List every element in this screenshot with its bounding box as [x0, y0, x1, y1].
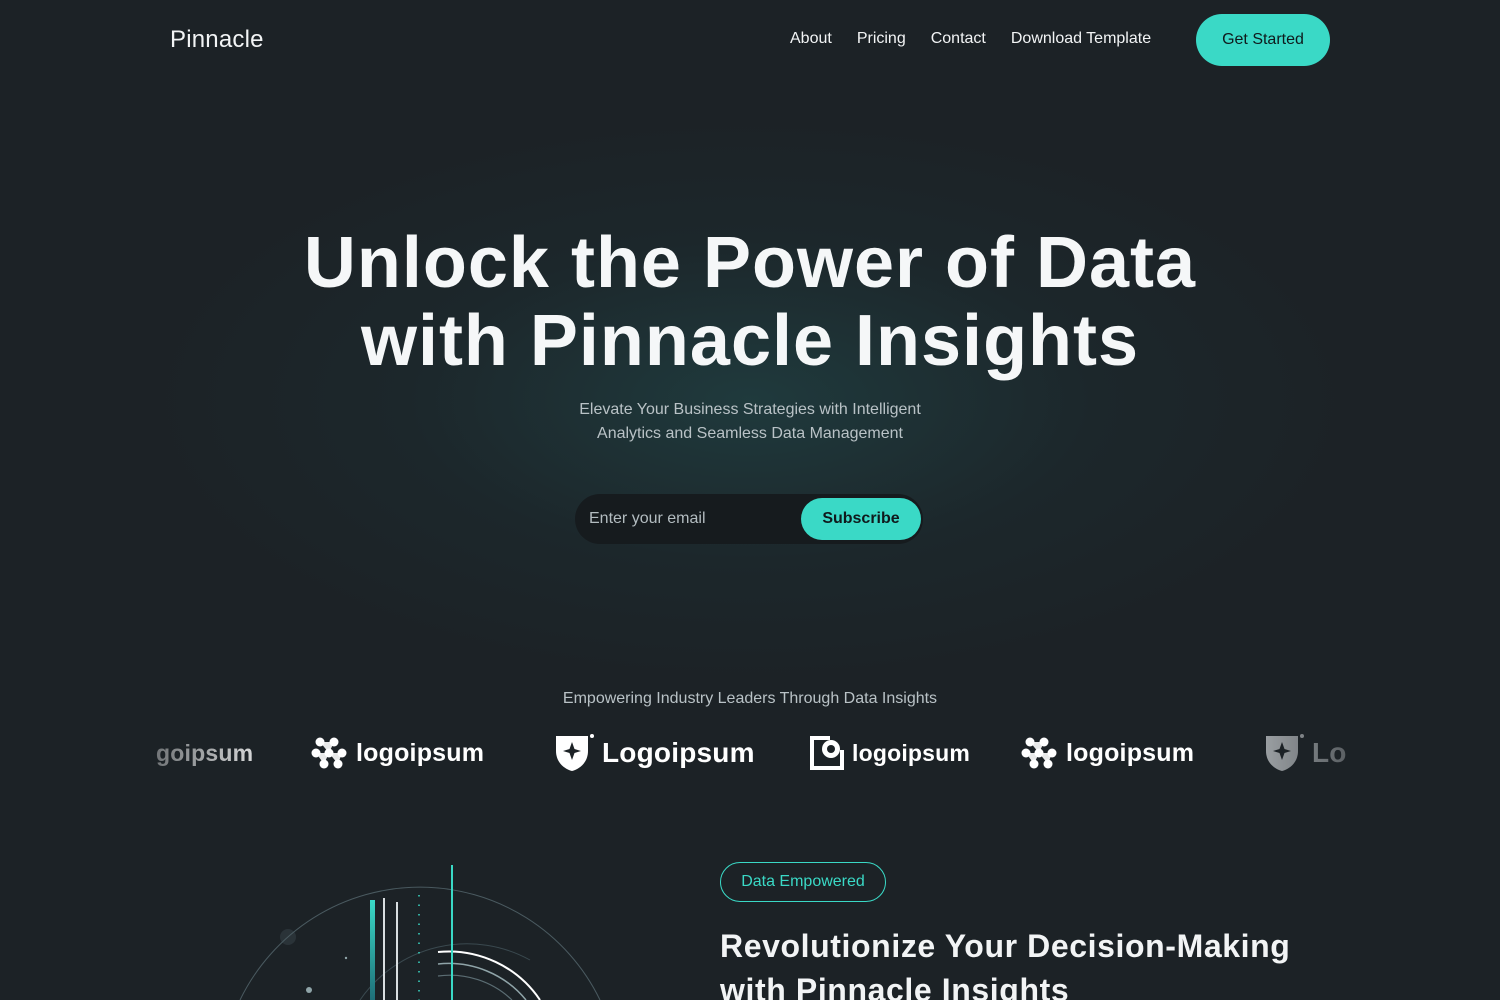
hero-title-line2: with Pinnacle Insights [360, 301, 1140, 381]
partner-logo-2: logoipsum [310, 725, 484, 781]
subscribe-form: Subscribe [575, 494, 923, 544]
section-title-line2: with Pinnacle Insights [720, 972, 1070, 1000]
partner-logo-3: Logoipsum [554, 725, 755, 781]
nav-link-contact[interactable]: Contact [931, 30, 986, 48]
nav-links: About Pricing Contact Download Template [790, 30, 1176, 48]
get-started-button[interactable]: Get Started [1196, 14, 1330, 66]
top-navbar: Pinnacle About Pricing Contact Download … [0, 0, 1500, 80]
data-visualization-graphic [239, 865, 601, 1000]
square-circle-icon [810, 736, 844, 770]
partner-logo-5: logoipsum [1020, 725, 1194, 781]
partner-logo-1: goipsum [156, 725, 253, 781]
nav-link-about[interactable]: About [790, 30, 832, 48]
partner-logo-2-text: logoipsum [356, 738, 485, 767]
shield-star-icon [1266, 734, 1304, 771]
logo-carousel: goipsum logoipsum Logoipsum logoipsum lo… [150, 725, 1350, 781]
brand-logo[interactable]: Pinnacle [170, 26, 264, 54]
hero-subtitle: Elevate Your Business Strategies with In… [560, 398, 940, 446]
nav-link-pricing[interactable]: Pricing [857, 30, 906, 48]
hero-title: Unlock the Power of Data with Pinnacle I… [250, 224, 1250, 380]
partner-logo-5-text: logoipsum [1066, 738, 1195, 767]
hero-title-line1: Unlock the Power of Data [303, 223, 1197, 303]
subscribe-button[interactable]: Subscribe [801, 498, 921, 540]
partner-logo-1-text: goipsum [156, 739, 254, 766]
partner-logo-4-text: logoipsum [852, 739, 971, 766]
hero-subtitle-line2: Analytics and Seamless Data Management [597, 425, 903, 442]
wave-dots-icon [1021, 737, 1057, 769]
partner-logo-4: logoipsum [810, 725, 970, 781]
partner-logo-6-text: Lo [1312, 737, 1347, 768]
partner-logo-6: Lo [1264, 725, 1347, 781]
section-badge: Data Empowered [720, 862, 886, 902]
logos-heading: Empowering Industry Leaders Through Data… [562, 690, 938, 707]
partner-logo-3-text: Logoipsum [602, 737, 755, 768]
shield-star-icon [556, 734, 594, 771]
hero-subtitle-line1: Elevate Your Business Strategies with In… [579, 401, 921, 418]
section-title: Revolutionize Your Decision-Making with … [720, 924, 1340, 1000]
nav-link-download-template[interactable]: Download Template [1011, 30, 1151, 48]
email-input[interactable] [589, 494, 799, 544]
wave-dots-icon [311, 737, 347, 769]
section-title-line1: Revolutionize Your Decision-Making [720, 928, 1291, 964]
